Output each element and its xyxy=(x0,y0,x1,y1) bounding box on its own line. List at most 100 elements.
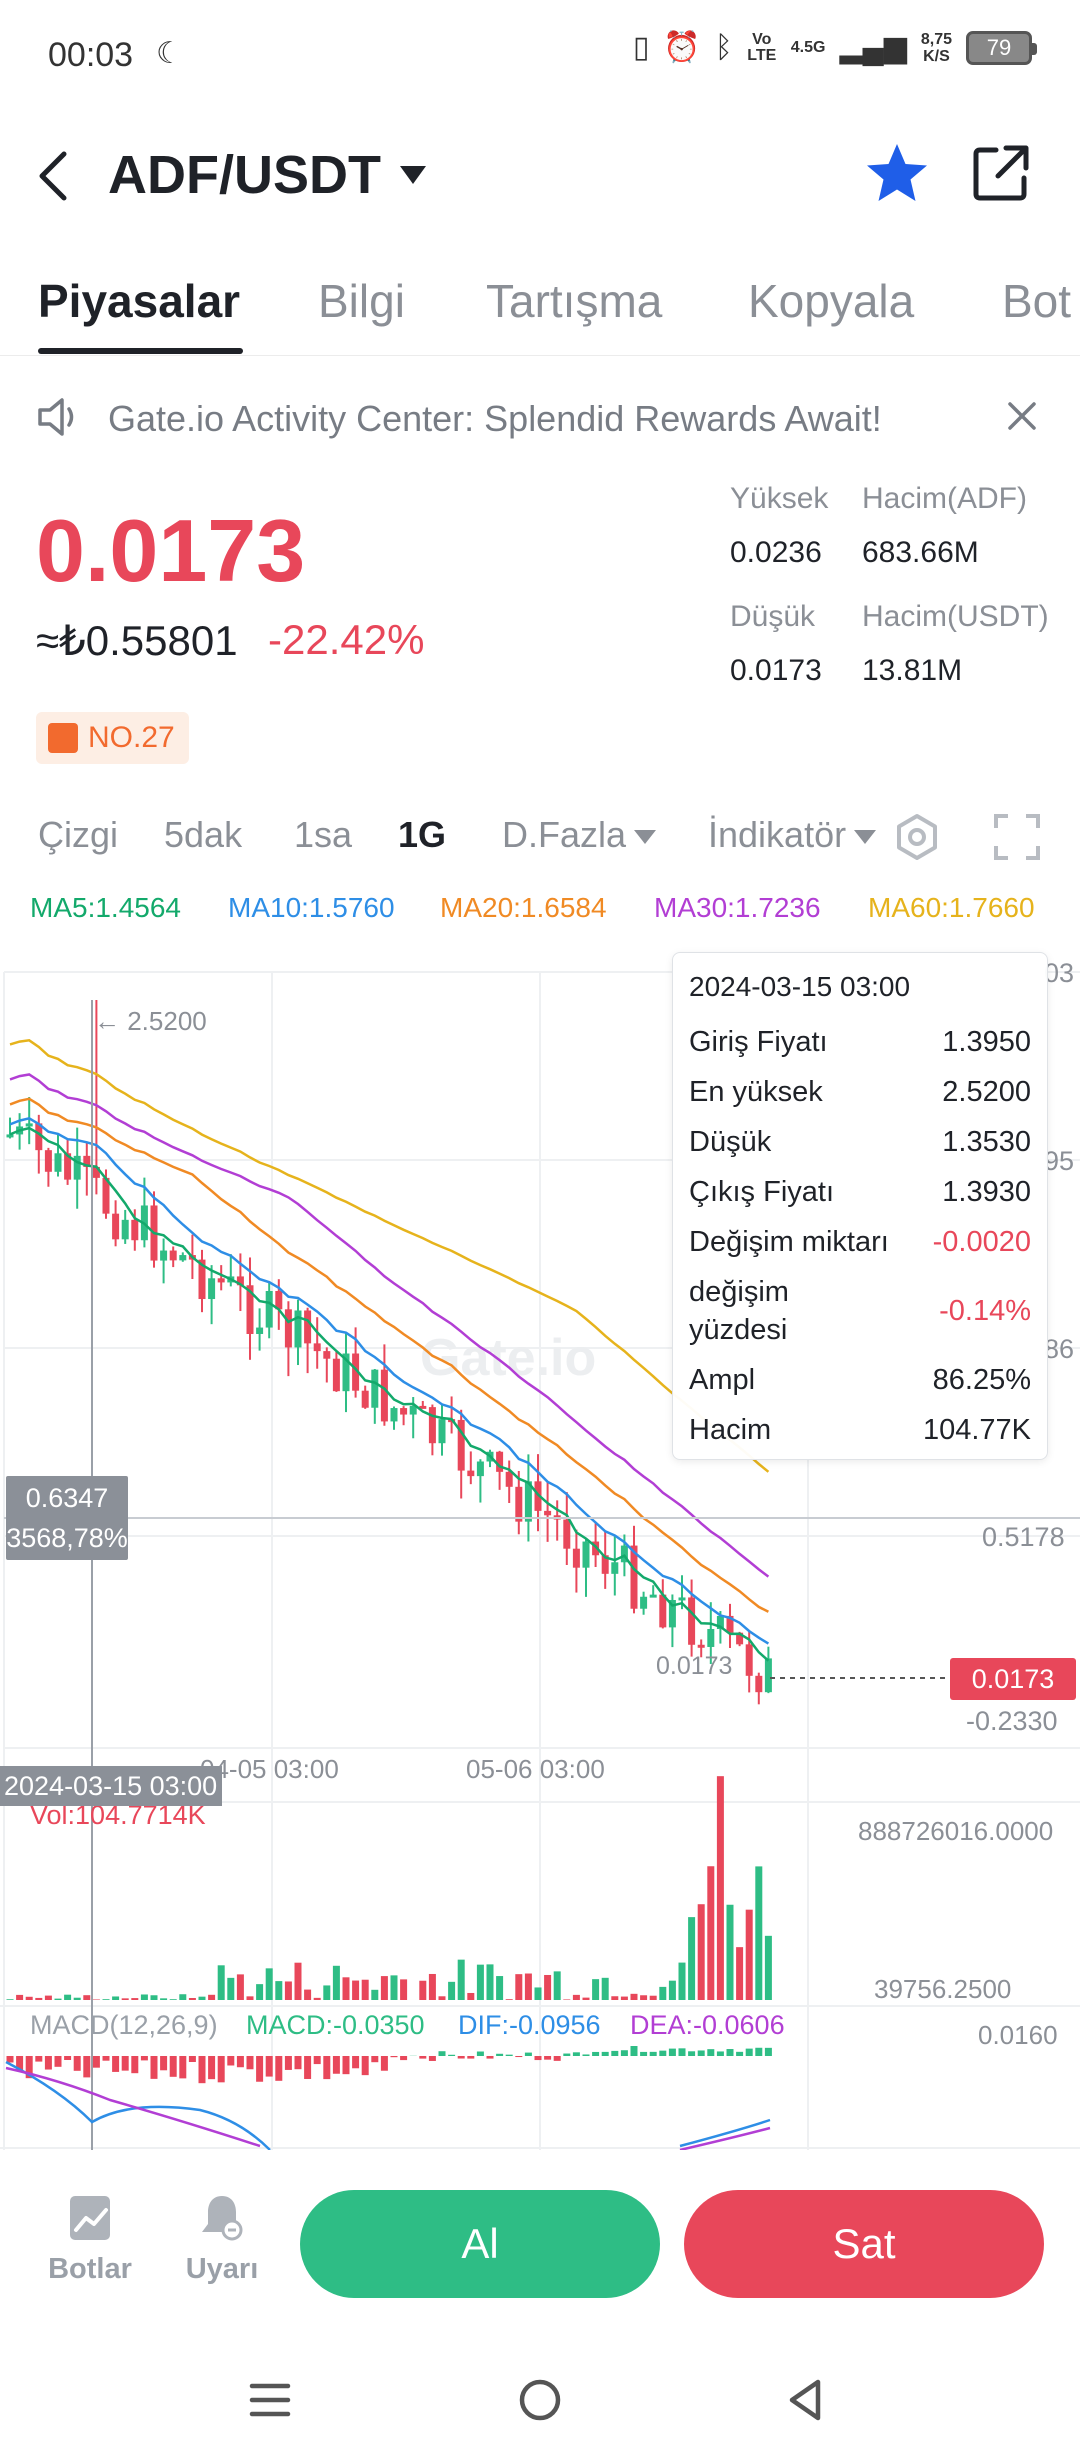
volume-bar xyxy=(563,1999,571,2000)
volume-bar xyxy=(121,1998,129,2000)
macd-histogram-bar xyxy=(678,2048,686,2056)
macd-histogram-bar xyxy=(246,2056,254,2070)
volume-bar xyxy=(457,1959,465,2000)
trade-bar: Botlar Uyarı Al Sat xyxy=(0,2150,1080,2340)
volume-bar xyxy=(131,1998,139,2000)
volume-bar xyxy=(73,1997,81,2000)
last-price-tag: 0.0173 xyxy=(950,1658,1076,1700)
candle-body xyxy=(563,1519,571,1549)
candle-body xyxy=(544,1510,552,1516)
volume-bar xyxy=(236,1974,244,2000)
net-speed: 8,75 K/S xyxy=(921,31,952,65)
macd-histogram-bar xyxy=(140,2056,148,2061)
volume-bar xyxy=(688,1917,696,2000)
tab-bot[interactable]: Bot xyxy=(1002,274,1071,328)
macd-histogram-bar xyxy=(131,2056,139,2074)
volume-bar xyxy=(496,1976,504,2000)
volume-bar xyxy=(505,1999,513,2000)
candle-body xyxy=(304,1310,312,1344)
share-icon[interactable] xyxy=(970,142,1032,204)
buy-button[interactable]: Al xyxy=(300,2190,660,2298)
announcement-bar[interactable]: Gate.io Activity Center: Splendid Reward… xyxy=(0,378,1080,458)
tf-more-dropdown[interactable]: D.Fazla xyxy=(502,814,657,856)
volume-bar xyxy=(745,1909,753,2000)
volume-bar xyxy=(256,1984,264,2000)
tooltip-row: Hacim 104.77K xyxy=(689,1405,1031,1455)
volume-bar xyxy=(217,1965,225,2000)
bots-label: Botlar xyxy=(48,2253,132,2285)
volume-bar xyxy=(534,1987,542,2000)
macd-histogram-bar xyxy=(188,2056,196,2063)
macd-histogram-bar xyxy=(716,2051,724,2056)
tab-markets[interactable]: Piyasalar xyxy=(38,274,240,328)
ma5-label: MA5:1.4564 xyxy=(30,892,181,923)
x-axis-label-2: 05-06 03:00 xyxy=(466,1754,605,1784)
volume-bar xyxy=(544,1974,552,2000)
candle-body xyxy=(313,1343,321,1352)
close-icon[interactable] xyxy=(1004,398,1040,434)
alarm-icon: ⏰ xyxy=(663,31,701,64)
volume-bar xyxy=(294,1962,302,2000)
tf-1h[interactable]: 1sa xyxy=(294,814,352,856)
volume-bar xyxy=(227,1977,235,2000)
rank-badge[interactable]: NO.27 xyxy=(36,712,189,764)
sell-button[interactable]: Sat xyxy=(684,2190,1044,2298)
system-nav-bar xyxy=(0,2340,1080,2460)
macd-histogram-bar xyxy=(313,2056,321,2065)
candle-body xyxy=(179,1255,187,1261)
fullscreen-icon[interactable] xyxy=(992,812,1042,862)
caret-down-icon[interactable] xyxy=(398,160,428,190)
home-icon[interactable] xyxy=(510,2370,570,2430)
menu-icon[interactable] xyxy=(240,2370,300,2430)
macd-histogram-bar xyxy=(361,2056,369,2076)
candle-body xyxy=(505,1471,513,1487)
ma-line xyxy=(9,1126,770,1662)
tooltip-row: Değişim miktarı -0.0020 xyxy=(689,1217,1031,1267)
macd-histogram-bar xyxy=(726,2049,734,2056)
macd-histogram-bar xyxy=(169,2056,177,2077)
tab-discussion[interactable]: Tartışma xyxy=(486,274,662,328)
bots-tab[interactable]: Botlar xyxy=(40,2190,140,2286)
back-icon[interactable] xyxy=(776,2370,836,2430)
candle-body xyxy=(438,1419,446,1444)
chart-settings-icon[interactable] xyxy=(892,812,942,862)
alert-bell-icon xyxy=(202,2196,243,2241)
back-arrow-icon[interactable] xyxy=(34,148,74,204)
announcement-text[interactable]: Gate.io Activity Center: Splendid Reward… xyxy=(108,398,882,440)
tooltip-label: değişim yüzdesi xyxy=(689,1276,789,1346)
volume-bar xyxy=(208,1994,216,2000)
volume-bar xyxy=(630,1993,638,2000)
macd-histogram-bar xyxy=(294,2056,302,2070)
macd-histogram-bar xyxy=(112,2056,120,2072)
alert-tab[interactable]: Uyarı xyxy=(172,2190,272,2286)
favorite-star-icon[interactable] xyxy=(864,140,930,206)
tf-5m[interactable]: 5dak xyxy=(164,814,242,856)
tooltip-value: -0.14% xyxy=(939,1294,1031,1327)
macd-histogram-bar xyxy=(659,2050,667,2056)
speaker-icon xyxy=(38,398,74,436)
tf-1d[interactable]: 1G xyxy=(398,814,446,856)
macd-histogram-bar xyxy=(390,2056,398,2058)
tooltip-row: Giriş Fiyatı 1.3950 xyxy=(689,1017,1031,1067)
macd-histogram-bar xyxy=(697,2050,705,2056)
tab-info[interactable]: Bilgi xyxy=(318,274,405,328)
tooltip-row: Çıkış Fiyatı 1.3930 xyxy=(689,1167,1031,1217)
volume-bar xyxy=(64,1994,72,2000)
macd-histogram-bar xyxy=(284,2056,292,2070)
indicator-dropdown[interactable]: İndikatör xyxy=(708,814,877,856)
macd-value-label: MACD:-0.0350 xyxy=(246,2010,425,2040)
tf-line[interactable]: Çizgi xyxy=(38,814,118,856)
tooltip-label: En yüksek xyxy=(689,1076,823,1108)
candle-body xyxy=(371,1369,379,1408)
tooltip-row: Ampl 86.25% xyxy=(689,1355,1031,1405)
macd-histogram-bar xyxy=(572,2052,580,2056)
cursor-date-label: 2024-03-15 03:00 xyxy=(0,1766,222,1806)
macd-histogram-bar xyxy=(44,2056,52,2070)
tab-copy[interactable]: Kopyala xyxy=(748,274,914,328)
macd-histogram-bar xyxy=(630,2046,638,2056)
macd-histogram-bar xyxy=(323,2056,331,2080)
pair-title[interactable]: ADF/USDT xyxy=(108,144,381,206)
candle-body xyxy=(496,1451,504,1472)
volume-bar xyxy=(371,1989,379,2000)
macd-histogram-bar xyxy=(524,2052,532,2056)
